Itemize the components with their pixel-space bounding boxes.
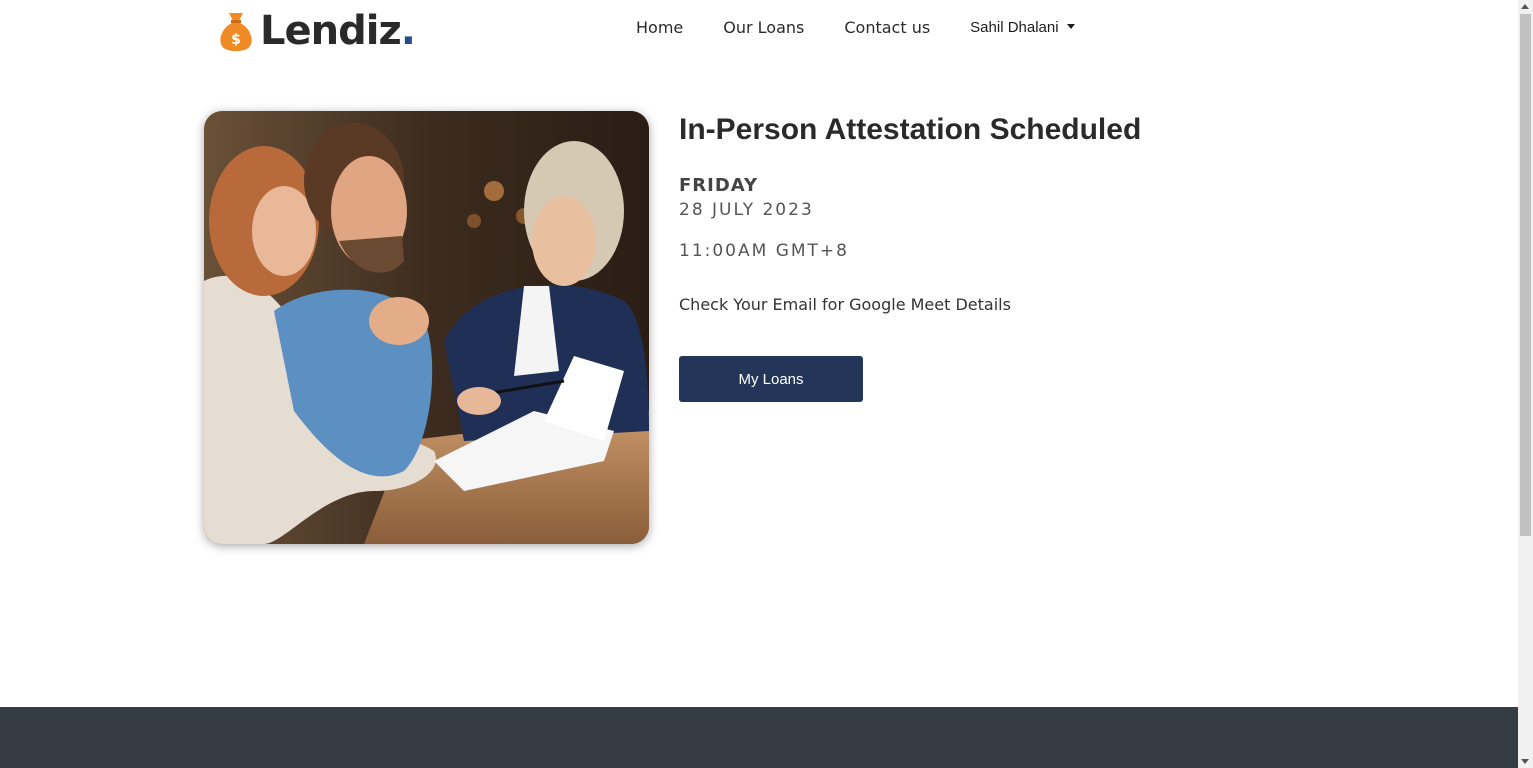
hero-photo	[204, 111, 649, 544]
scroll-down-arrow-icon[interactable]	[1521, 759, 1529, 764]
schedule-date: 28 JULY 2023	[679, 200, 814, 220]
my-loans-button[interactable]: My Loans	[679, 356, 863, 402]
brand-dot: .	[400, 8, 416, 54]
schedule-day: FRIDAY	[679, 175, 759, 196]
meeting-photo	[204, 111, 649, 544]
nav-contact-us[interactable]: Contact us	[844, 18, 930, 37]
navbar: $ Lendiz. Home Our Loans Contact us Sahi…	[0, 0, 1518, 60]
meeting-note: Check Your Email for Google Meet Details	[679, 295, 1011, 314]
nav-links: Home Our Loans Contact us Sahil Dhalani	[636, 18, 1075, 37]
caret-down-icon	[1066, 24, 1075, 29]
svg-text:$: $	[231, 32, 241, 48]
nav-our-loans[interactable]: Our Loans	[723, 18, 804, 37]
scroll-up-arrow-icon[interactable]	[1521, 4, 1529, 9]
brand-logo[interactable]: $ Lendiz.	[218, 8, 416, 54]
user-name: Sahil Dhalani	[970, 19, 1059, 36]
scroll-thumb[interactable]	[1520, 14, 1531, 536]
schedule-time: 11:00AM GMT+8	[679, 241, 849, 261]
footer	[0, 707, 1518, 768]
page-title: In-Person Attestation Scheduled	[679, 113, 1142, 146]
money-bag-icon: $	[220, 13, 252, 51]
nav-home[interactable]: Home	[636, 18, 683, 37]
user-dropdown[interactable]: Sahil Dhalani	[970, 19, 1075, 36]
page: $ Lendiz. Home Our Loans Contact us Sahi…	[0, 0, 1518, 768]
vertical-scrollbar[interactable]	[1518, 0, 1533, 768]
brand-name: Lendiz	[260, 8, 402, 54]
